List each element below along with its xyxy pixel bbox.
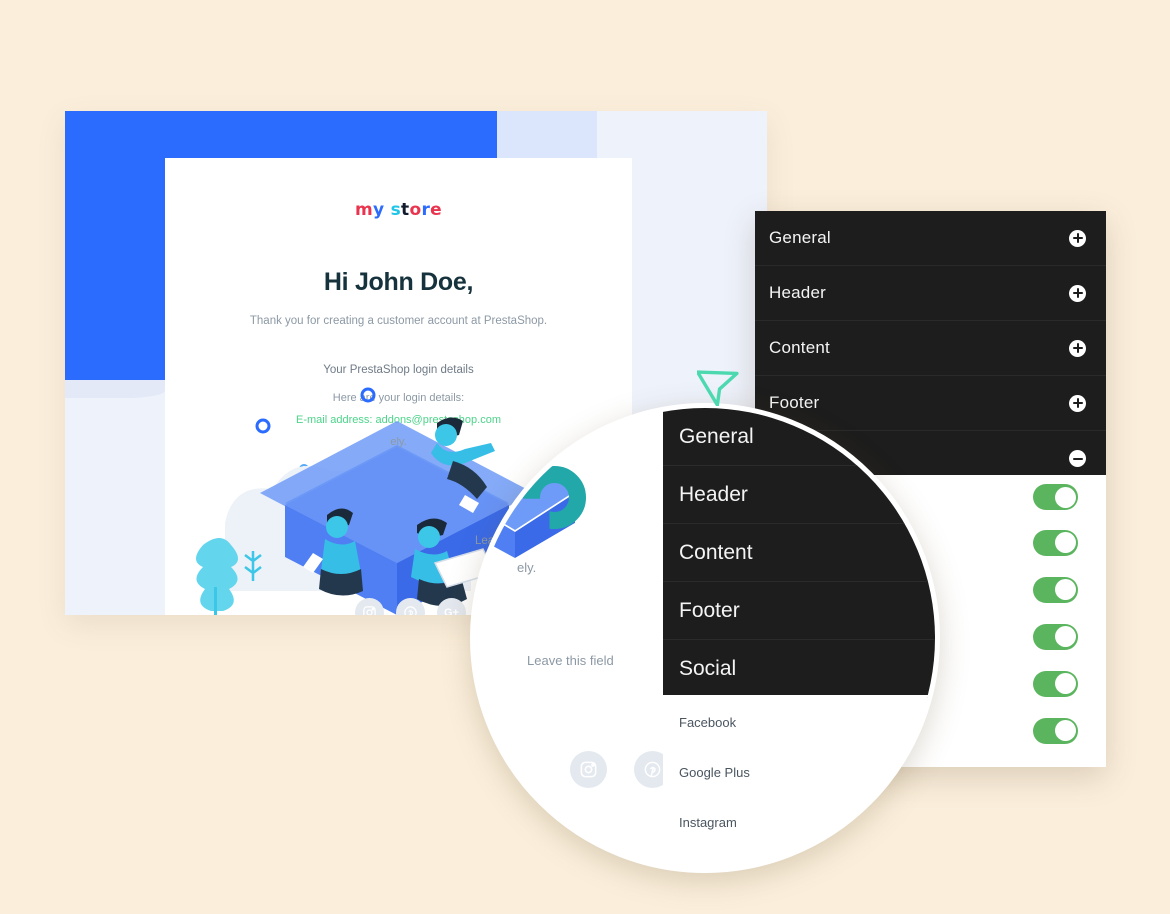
logo-letter-y: y [373,200,385,220]
toggle-switch-4[interactable] [1033,623,1078,650]
menu-item-label: Footer [679,598,740,622]
toggle-switch-5[interactable] [1033,670,1078,697]
list-item-google-plus[interactable]: Google Plus [663,747,935,797]
logo-letter-s: s [390,200,402,220]
magnified-menu-panel: General Header Content Footer Social [663,408,935,698]
menu-item-label: Content [679,540,753,564]
logo-letter-m: m [355,200,374,220]
plus-icon[interactable] [1069,394,1086,412]
magnified-menu-item-social[interactable]: Social [663,640,935,698]
menu-item-label: Header [679,482,748,506]
magnified-menu-item-content[interactable]: Content [663,524,935,582]
menu-item-label: Content [769,338,830,357]
logo-letter-o: o [409,200,422,220]
magnified-menu-item-footer[interactable]: Footer [663,582,935,640]
toggle-switch-6[interactable] [1033,717,1078,744]
logo-letter-r: r [421,200,431,220]
toggle-knob [1054,532,1076,553]
pointer-arrow-icon [697,370,739,406]
list-item-instagram[interactable]: Instagram [663,797,935,847]
logo-letter-e: e [430,200,442,220]
menu-item-label: Header [769,283,826,302]
toggle-switch-instagram[interactable] [1033,576,1078,603]
plus-icon[interactable] [1069,339,1086,357]
magnified-menu-item-general[interactable]: General [663,408,935,466]
magnified-closing-fragment: ely. [517,560,537,575]
toggle-knob [1054,720,1076,741]
minus-icon[interactable] [1069,450,1086,467]
menu-item-label: Social [679,656,737,680]
pinterest-icon[interactable] [396,598,425,615]
email-header-band-left [65,204,165,398]
menu-item-header[interactable]: Header [755,266,1106,321]
toggle-switch-facebook[interactable] [1033,484,1078,510]
magnified-leave-field-text: Leave this field [527,653,614,668]
store-logo: my store [165,200,632,220]
menu-item-label: General [679,424,754,448]
magnified-menu-item-header[interactable]: Header [663,466,935,524]
email-social-row: G+ [355,598,466,615]
magnifier-circle: ely. Leave this field G+ General [470,403,940,873]
toggle-knob [1054,486,1076,508]
toggle-knob [1054,626,1076,647]
plus-icon[interactable] [1069,284,1086,302]
menu-item-label: General [769,228,831,247]
menu-item-general[interactable]: General [755,211,1106,266]
google-plus-icon[interactable]: G+ [437,598,466,615]
toggle-switch-google-plus[interactable] [1033,529,1078,556]
magnified-social-list: Facebook Google Plus Instagram [663,697,935,868]
email-greeting: Hi John Doe, [323,268,474,296]
plus-icon[interactable] [1069,229,1086,247]
instagram-icon[interactable] [355,598,384,615]
menu-item-content[interactable]: Content [755,321,1106,376]
toggle-knob [1054,579,1076,600]
magnifier-content: ely. Leave this field G+ General [475,408,935,868]
toggle-knob [1054,673,1076,694]
list-item-facebook[interactable]: Facebook [663,697,935,747]
instagram-icon[interactable] [570,751,607,788]
email-thanks-line: Thank you for creating a customer accoun… [249,315,548,327]
